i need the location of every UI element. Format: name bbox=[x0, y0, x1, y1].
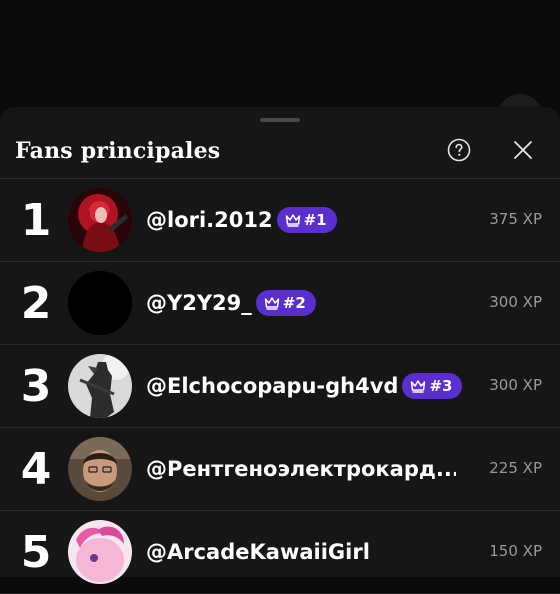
rank-badge-text: #1 bbox=[303, 211, 327, 229]
rank-number: 1 bbox=[20, 195, 52, 246]
fan-username[interactable]: @Elchocopapu-gh4vd #3 bbox=[146, 372, 463, 401]
fan-username-text: @lori.2012 bbox=[146, 208, 273, 232]
fan-username[interactable]: @ArcadeKawaiiGirl bbox=[146, 538, 370, 566]
fan-username[interactable]: @Рентгеноэлектрокард... bbox=[146, 455, 456, 483]
top-fans-sheet: Fans principales 1 @lori.2012 #1 375 XP … bbox=[0, 107, 560, 594]
rank-number: 2 bbox=[20, 278, 52, 329]
close-icon[interactable] bbox=[512, 139, 534, 161]
fan-row-5[interactable]: 5 @ArcadeKawaiiGirl 150 XP bbox=[0, 511, 560, 594]
rank-number: 3 bbox=[20, 361, 52, 412]
sheet-title: Fans principales bbox=[15, 138, 221, 164]
crown-icon bbox=[285, 209, 301, 235]
sheet-header: Fans principales bbox=[0, 107, 560, 178]
fan-xp: 150 XP bbox=[489, 542, 542, 560]
fan-avatar[interactable] bbox=[68, 354, 132, 418]
rank-badge-text: #2 bbox=[282, 294, 306, 312]
rank-number: 4 bbox=[20, 444, 52, 495]
fan-avatar[interactable] bbox=[68, 520, 132, 584]
fan-xp: 225 XP bbox=[489, 459, 542, 477]
fan-row-4[interactable]: 4 @Рентгеноэлектрокард... 225 XP bbox=[0, 428, 560, 511]
fan-avatar[interactable] bbox=[68, 271, 132, 335]
fan-username[interactable]: @lori.2012 #1 bbox=[146, 206, 337, 234]
crown-icon bbox=[264, 292, 280, 318]
fan-xp: 300 XP bbox=[489, 293, 542, 311]
rank-badge: #3 bbox=[402, 373, 463, 401]
rank-badge: #1 bbox=[276, 207, 337, 235]
fan-avatar[interactable] bbox=[68, 188, 132, 252]
fan-row-3[interactable]: 3 @Elchocopapu-gh4vd #3 300 XP bbox=[0, 345, 560, 428]
fan-xp: 300 XP bbox=[489, 376, 542, 394]
fan-username-text: @Y2Y29_ bbox=[146, 291, 252, 315]
fan-xp: 375 XP bbox=[489, 210, 542, 228]
rank-badge: #2 bbox=[255, 290, 316, 318]
fan-username[interactable]: @Y2Y29_ #2 bbox=[146, 289, 316, 317]
fan-username-text: @Elchocopapu-gh4vd bbox=[146, 374, 399, 398]
help-circle-icon[interactable] bbox=[447, 138, 471, 162]
rank-badge-text: #3 bbox=[429, 377, 453, 395]
fan-row-2[interactable]: 2 @Y2Y29_ #2 300 XP bbox=[0, 262, 560, 345]
fan-avatar[interactable] bbox=[68, 437, 132, 501]
fan-row-1[interactable]: 1 @lori.2012 #1 375 XP bbox=[0, 179, 560, 262]
fans-list: 1 @lori.2012#1 375 XP 2 @Y2Y29_#2 300 bbox=[0, 179, 560, 594]
rank-number: 5 bbox=[20, 527, 52, 578]
crown-icon bbox=[410, 375, 426, 401]
